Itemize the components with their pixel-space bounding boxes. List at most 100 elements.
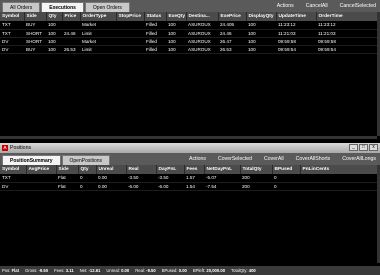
- col-status[interactable]: Status: [144, 12, 167, 21]
- cell-display-qty: 100: [248, 38, 256, 44]
- cell-unreal: 0.00: [98, 175, 107, 181]
- cell-price: 26.53: [64, 46, 76, 52]
- cell-symbol: TXT: [2, 175, 11, 181]
- position-row[interactable]: DV Flat 0 0.00 -6.00 -6.00 1.54 -7.54 20…: [0, 182, 377, 190]
- cell-status: Filled: [146, 22, 157, 28]
- cell-qty: 0: [80, 175, 83, 181]
- col-update-time[interactable]: UpdateTime: [276, 12, 317, 21]
- col-real[interactable]: Real: [126, 165, 157, 174]
- cell-real: -6.00: [128, 183, 139, 189]
- minimize-icon[interactable]: _: [349, 144, 358, 151]
- cell-order-time: 09:59:54: [318, 46, 336, 52]
- cell-order-type: Limit: [82, 46, 92, 52]
- cell-bp-used: 0: [274, 183, 277, 189]
- cell-stop-price: [116, 45, 144, 53]
- col-bp-used[interactable]: BPused: [272, 165, 301, 174]
- tab-open-positions[interactable]: OpenPositions: [61, 155, 111, 165]
- col-qty[interactable]: Qty: [46, 12, 63, 21]
- cover-all-longs-button[interactable]: CoverAllLongs: [342, 153, 376, 165]
- col-display-qty[interactable]: DisplayQty: [246, 12, 277, 21]
- cell-destination: ASUROUX: [188, 38, 211, 44]
- positions-header-row: Symbol AvgPrice Side Qty Unreal Real Day…: [0, 165, 378, 174]
- status-unreal: Unreal: 0.00: [106, 268, 130, 273]
- cell-order-time: 11:21:03: [318, 30, 336, 36]
- cell-destination: ASUROUX: [188, 46, 211, 52]
- col-pnl-in-cents[interactable]: PnLinCents: [300, 165, 378, 174]
- cell-update-time: 09:59:58: [278, 38, 296, 44]
- status-bp-left: BPleft: 20,000.00: [192, 268, 226, 273]
- cancel-all-button[interactable]: CancelAll: [306, 0, 328, 12]
- tab-all-orders[interactable]: All Orders: [2, 2, 41, 12]
- col-day-pnl[interactable]: DayPnL: [156, 165, 185, 174]
- cell-avg-price: [26, 182, 56, 190]
- col-total-qty[interactable]: TotalQty: [240, 165, 273, 174]
- cell-status: Filled: [146, 46, 157, 52]
- col-symbol[interactable]: Symbol: [0, 165, 27, 174]
- orders-tabbar: All Orders Executions Open Orders Action…: [0, 0, 380, 12]
- tab-position-summary[interactable]: PositionSummary: [2, 155, 61, 165]
- cell-update-time: 09:59:54: [278, 46, 296, 52]
- cell-status: Filled: [146, 38, 157, 44]
- col-fees[interactable]: Fees: [184, 165, 205, 174]
- cell-net-day-pnl: -7.54: [206, 183, 217, 189]
- status-real: Real: -9.50: [135, 268, 156, 273]
- col-qty[interactable]: Qty: [78, 165, 97, 174]
- col-exe-qty[interactable]: ExeQty: [166, 12, 187, 21]
- col-price[interactable]: Price: [62, 12, 81, 21]
- close-icon[interactable]: x: [369, 144, 378, 151]
- order-row[interactable]: TXT SHORT 100 24.46 Limit Filled 100 ASU…: [0, 29, 377, 37]
- cover-all-button[interactable]: CoverAll: [264, 153, 284, 165]
- cell-pnl-in-cents: [300, 182, 377, 190]
- cell-stop-price: [116, 29, 144, 37]
- cell-side: SHORT: [26, 30, 42, 36]
- cell-symbol: TXT: [2, 30, 11, 36]
- cell-price: [62, 21, 80, 29]
- positions-window-titlebar[interactable]: A Positions _ □ x: [0, 143, 380, 153]
- maximize-icon[interactable]: □: [359, 144, 368, 151]
- position-row[interactable]: TXT Flat 0 0.00 -3.50 -3.50 1.57 -5.07 2…: [0, 174, 377, 182]
- cell-bp-used: 0: [274, 175, 277, 181]
- col-order-type[interactable]: OrderType: [80, 12, 117, 21]
- actions-menu[interactable]: Actions: [277, 0, 294, 12]
- cover-all-shorts-button[interactable]: CoverAllShorts: [296, 153, 331, 165]
- order-row[interactable]: TXT BUY 100 Market Filled 100 ASUROUX 24…: [0, 21, 377, 29]
- orders-actions: Actions CancelAll CancelSelected: [277, 0, 376, 12]
- status-net: Net: -12.61: [79, 268, 101, 273]
- cell-stop-price: [116, 21, 144, 29]
- cell-pnl-in-cents: [300, 174, 377, 182]
- col-stop-price[interactable]: StopPrice: [116, 12, 145, 21]
- col-destination[interactable]: Destina...: [186, 12, 219, 21]
- cell-side: SHORT: [26, 38, 42, 44]
- cell-exe-qty: 100: [168, 30, 176, 36]
- cell-order-time: 09:59:58: [318, 38, 336, 44]
- col-avg-price[interactable]: AvgPrice: [26, 165, 57, 174]
- cell-fees: 1.57: [186, 175, 195, 181]
- cell-order-type: Market: [82, 22, 97, 28]
- cell-price: 24.46: [64, 30, 76, 36]
- col-unreal[interactable]: Unreal: [96, 165, 127, 174]
- cell-avg-price: [26, 174, 56, 182]
- col-order-time[interactable]: OrderTime: [316, 12, 378, 21]
- orders-horizontal-scrollbar[interactable]: [0, 136, 377, 139]
- order-row[interactable]: DV BUY 100 26.53 Limit Filled 100 ASUROU…: [0, 45, 377, 53]
- window-controls: _ □ x: [349, 144, 378, 151]
- cell-day-pnl: -3.50: [158, 175, 169, 181]
- order-row[interactable]: DV SHORT 100 Market Filled 100 ASUROUX 2…: [0, 37, 377, 45]
- cover-selected-button[interactable]: CoverSelected: [218, 153, 252, 165]
- col-exe-price[interactable]: ExePrice: [218, 12, 247, 21]
- cell-net-day-pnl: -5.07: [206, 175, 217, 181]
- tab-executions[interactable]: Executions: [41, 2, 84, 12]
- positions-actions: Actions CoverSelected CoverAll CoverAllS…: [189, 153, 376, 165]
- tab-open-orders[interactable]: Open Orders: [84, 2, 130, 12]
- col-side[interactable]: Side: [24, 12, 47, 21]
- status-fees: Fees: 3.11: [54, 268, 74, 273]
- positions-actions-menu[interactable]: Actions: [189, 153, 206, 165]
- cell-exe-qty: 100: [168, 38, 176, 44]
- col-side[interactable]: Side: [56, 165, 79, 174]
- col-net-day-pnl[interactable]: NetDayPnL: [204, 165, 241, 174]
- orders-table: Symbol Side Qty Price OrderType StopPric…: [0, 12, 378, 54]
- cell-side: BUY: [26, 46, 36, 52]
- cancel-selected-button[interactable]: CancelSelected: [340, 0, 376, 12]
- col-symbol[interactable]: Symbol: [0, 12, 25, 21]
- cell-symbol: TXT: [2, 22, 11, 28]
